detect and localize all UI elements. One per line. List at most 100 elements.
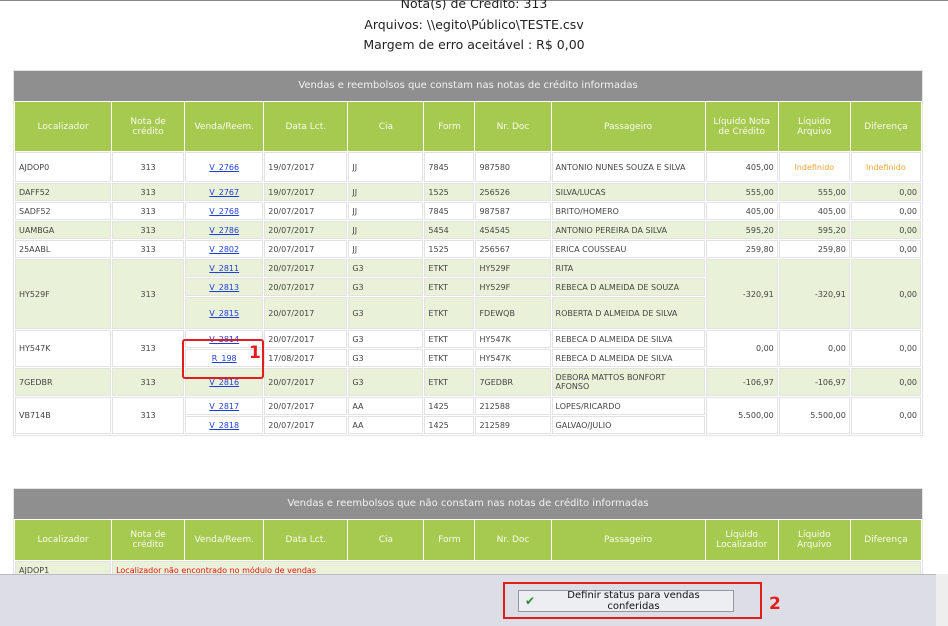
column-header: Nota de crédito (112, 102, 185, 151)
matched-sales-header-row: Localizador Nota de crédito Venda/Reem. Dat… (15, 102, 921, 151)
difference-cell: 0,00 (850, 221, 921, 239)
sale-refund-link[interactable]: V_2768 (209, 207, 239, 216)
set-status-checked-sales-button[interactable]: ✔ Definir status para vendas conferidas (518, 590, 734, 612)
date-cell: 20/07/2017 (264, 297, 348, 329)
column-header: Venda/Reem. (185, 520, 264, 560)
net-file-cell: 259,80 (778, 240, 850, 258)
passenger-cell: REBECA D ALMEIDA DE SILVA (551, 330, 705, 348)
sale-refund-cell: V_2818 (185, 416, 264, 434)
credit-note-cell: 313 (112, 183, 185, 201)
net-file-cell: Indefinido (778, 152, 850, 182)
doc-number-cell: HY547K (475, 349, 551, 367)
sale-refund-link[interactable]: V_2767 (209, 188, 239, 197)
sale-refund-link[interactable]: V_2802 (209, 245, 239, 254)
localizador-cell: UAMBGA (15, 221, 112, 239)
passenger-cell: REBECA D ALMEIDA DE SILVA (551, 349, 705, 367)
matched-sales-title: Vendas e reembolsos que constam nas nota… (14, 71, 922, 101)
matched-sales-table: Localizador Nota de crédito Venda/Reem. Dat… (14, 101, 922, 435)
passenger-cell: RITA (551, 259, 705, 277)
column-header: Form (424, 520, 475, 560)
net-credit-note-cell: 595,20 (705, 221, 778, 239)
passenger-cell: ANTONIO NUNES SOUZA E SILVA (551, 152, 705, 182)
table-row: DAFF52 313 V_2767 19/07/2017 JJ 1525 256526 SIL… (15, 183, 921, 201)
localizador-cell: SADF52 (15, 202, 112, 220)
passenger-cell: ANTONIO PEREIRA DA SILVA (551, 221, 705, 239)
table-row: HY547K 313 V_2814 20/07/2017 G3 ETKT HY547K REB… (15, 330, 921, 367)
doc-number-cell: 212588 (475, 397, 551, 415)
column-header: Nota de crédito (112, 520, 185, 560)
sale-refund-link[interactable]: V_2818 (209, 421, 239, 430)
doc-number-cell: 256567 (475, 240, 551, 258)
sale-refund-link[interactable]: V_2813 (209, 283, 239, 292)
form-cell: ETKT (424, 330, 475, 348)
credit-note-cell: 313 (112, 330, 185, 367)
doc-number-cell: FDEWQB (475, 297, 551, 329)
sale-refund-cell: V_2802 (185, 240, 264, 258)
unmatched-sales-table: Localizador Nota de crédito Venda/Reem. Dat… (14, 519, 922, 577)
sale-refund-link[interactable]: V_2786 (209, 226, 239, 235)
credit-note-cell: 313 (112, 221, 185, 239)
column-header: Líquido Arquivo (778, 102, 850, 151)
table-row: 25AABL 313 V_2802 20/07/2017 JJ 1525 256567 ERI… (15, 240, 921, 258)
doc-number-cell: 7GEDBR (475, 368, 551, 396)
sale-refund-cell: V_2766 (185, 152, 264, 182)
sale-refund-link[interactable]: V_2811 (209, 264, 239, 273)
form-cell: ETKT (424, 368, 475, 396)
net-credit-note-cell: 5.500,00 (705, 397, 778, 434)
passenger-cell: BRITO/HOMERO (551, 202, 705, 220)
credit-note-cell: 313 (112, 259, 185, 329)
airline-cell: JJ (348, 183, 424, 201)
column-header: Venda/Reem. (185, 102, 264, 151)
net-credit-note-cell: 405,00 (705, 152, 778, 182)
date-cell: 20/07/2017 (264, 240, 348, 258)
column-header: Líquido Arquivo (778, 520, 850, 560)
doc-number-cell: 256526 (475, 183, 551, 201)
airline-cell: G3 (348, 330, 424, 348)
form-cell: ETKT (424, 259, 475, 277)
airline-cell: G3 (348, 368, 424, 396)
airline-cell: JJ (348, 152, 424, 182)
doc-number-cell: 212589 (475, 416, 551, 434)
net-credit-note-cell: -320,91 (705, 259, 778, 329)
column-header: Diferença (850, 520, 921, 560)
column-header: Data Lct. (264, 520, 348, 560)
net-credit-note-cell: 555,00 (705, 183, 778, 201)
table-row: HY529F 313 V_2811 20/07/2017 G3 ETKT HY529F RIT… (15, 259, 921, 329)
doc-number-cell: 987580 (475, 152, 551, 182)
scrollbar-corner (936, 574, 948, 626)
difference-cell: 0,00 (850, 183, 921, 201)
passenger-cell: GALVAO/JULIO (551, 416, 705, 434)
credit-note-summary: Nota(s) de Crédito: 313 (400, 0, 548, 11)
localizador-cell: HY547K (15, 330, 112, 367)
date-cell: 19/07/2017 (264, 152, 348, 182)
localizador-cell: DAFF52 (15, 183, 112, 201)
column-header: Passageiro (551, 102, 705, 151)
difference-cell: 0,00 (850, 330, 921, 367)
form-cell: ETKT (424, 278, 475, 296)
date-cell: 17/08/2017 (264, 349, 348, 367)
column-header: Data Lct. (264, 102, 348, 151)
difference-cell: 0,00 (850, 259, 921, 329)
localizador-cell: VB714B (15, 397, 112, 434)
localizador-cell: 7GEDBR (15, 368, 112, 396)
net-credit-note-cell: 405,00 (705, 202, 778, 220)
sale-refund-cell: V_2786 (185, 221, 264, 239)
date-cell: 20/07/2017 (264, 330, 348, 348)
sale-refund-cell: V_2817 (185, 397, 264, 415)
date-cell: 20/07/2017 (264, 416, 348, 434)
sale-refund-link[interactable]: V_2766 (209, 163, 239, 172)
unmatched-sales-title: Vendas e reembolsos que não constam nas … (14, 489, 922, 519)
form-cell: 1425 (424, 397, 475, 415)
difference-cell: 0,00 (850, 368, 921, 396)
difference-cell: 0,00 (850, 397, 921, 434)
net-file-cell: -106,97 (778, 368, 850, 396)
sale-refund-link[interactable]: V_2817 (209, 402, 239, 411)
sale-refund-link[interactable]: V_2815 (209, 309, 239, 318)
sale-refund-cell: V_2811 (185, 259, 264, 277)
airline-cell: AA (348, 416, 424, 434)
date-cell: 20/07/2017 (264, 278, 348, 296)
column-header: Líquido Localizador (705, 520, 778, 560)
form-cell: 7845 (424, 202, 475, 220)
table-row: VB714B 313 V_2817 20/07/2017 AA 1425 212588 LOP… (15, 397, 921, 434)
difference-cell: 0,00 (850, 240, 921, 258)
